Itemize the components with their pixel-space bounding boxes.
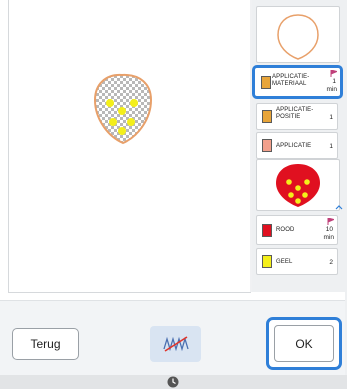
thread-time: min	[326, 86, 337, 93]
thread-row-geel[interactable]: GEEL 2	[256, 248, 338, 275]
thread-count: 10	[325, 226, 333, 233]
thread-label: GEEL	[276, 259, 293, 265]
color-swatch	[262, 139, 272, 152]
back-button[interactable]: Terug	[12, 328, 79, 360]
thread-count: 2	[329, 259, 333, 266]
thread-time: min	[323, 234, 334, 241]
thread-trim-icon	[162, 336, 189, 352]
strawberry-thumbnail	[256, 159, 340, 211]
pattern-preview-canvas	[93, 73, 153, 145]
thread-row-applicatie[interactable]: APPLICATIE 1	[256, 132, 338, 159]
thread-count: 1	[332, 78, 336, 85]
thread-label: ROOD	[276, 227, 295, 233]
color-swatch	[262, 224, 272, 237]
flag-icon	[330, 70, 337, 77]
thread-count: 1	[329, 114, 333, 121]
pattern-preview	[8, 0, 251, 293]
embroidery-screen: APPLICATIE- MATERIAAL 1 min APPLICATIE- …	[0, 0, 347, 389]
thread-panel: APPLICATIE- MATERIAAL 1 min APPLICATIE- …	[252, 0, 345, 292]
thread-count: 1	[329, 143, 333, 150]
color-swatch	[262, 255, 272, 268]
thread-label: APPLICATIE- POSITIE	[276, 107, 314, 120]
color-swatch	[262, 110, 272, 123]
thread-row-applicatie-positie[interactable]: APPLICATIE- POSITIE 1	[256, 103, 338, 130]
chevron-up-icon[interactable]	[335, 204, 343, 210]
outline-thumbnail	[256, 6, 340, 63]
clock-icon	[167, 376, 179, 388]
thread-row-rood[interactable]: ROOD 10 min	[256, 215, 338, 245]
color-swatch	[261, 76, 271, 89]
flag-icon	[327, 218, 334, 225]
thread-trim-button[interactable]	[150, 326, 201, 362]
thread-label: APPLICATIE	[276, 143, 312, 149]
thread-row-applicatie-materiaal[interactable]: APPLICATIE- MATERIAAL 1 min	[252, 65, 343, 99]
thread-label: APPLICATIE- MATERIAAL	[272, 74, 310, 87]
ok-button[interactable]: OK	[274, 325, 334, 362]
